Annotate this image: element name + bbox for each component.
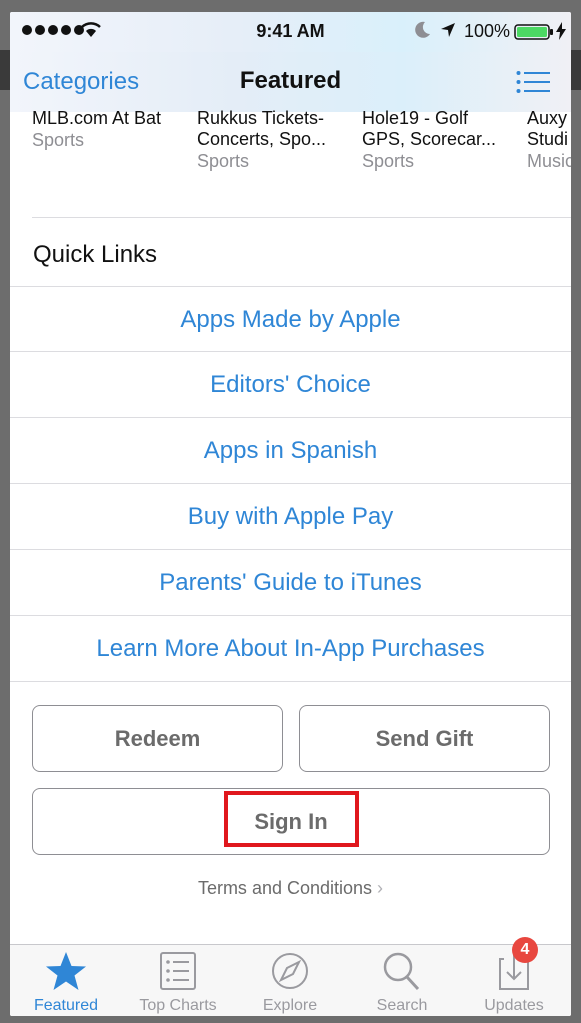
app-category: Sports [362, 151, 415, 171]
tab-featured[interactable]: Featured [10, 945, 122, 1016]
app-name: Rukkus Tickets- [197, 108, 325, 128]
star-icon [46, 952, 86, 990]
location-icon [441, 23, 455, 37]
tab-top-charts[interactable]: Top Charts [122, 945, 234, 1016]
battery-icon [514, 24, 553, 40]
divider [10, 483, 571, 484]
tab-label: Top Charts [139, 997, 217, 1014]
redeem-button[interactable]: Redeem [32, 705, 283, 772]
phone-screen: 9:41 AM 100% Categories Featured MLB.com… [10, 12, 571, 1016]
quick-links-title: Quick Links [33, 241, 158, 268]
battery-percent: 100% [464, 21, 511, 41]
tab-search[interactable]: Search [346, 945, 458, 1016]
tab-label: Featured [33, 997, 99, 1014]
app-name-line2: Concerts, Spo... [197, 129, 327, 149]
background-strip-right [571, 50, 581, 90]
app-category: Music [527, 151, 571, 171]
divider [10, 615, 571, 616]
app-name-line2: GPS, Scorecar... [362, 129, 497, 149]
tab-label: Search [376, 997, 428, 1014]
sign-in-highlight-box [224, 791, 359, 847]
terms-and-conditions-link[interactable]: Terms and Conditions › [10, 878, 571, 899]
tab-label: Updates [484, 997, 544, 1014]
app-name: MLB.com At Bat [32, 108, 162, 128]
chevron-right-icon: › [377, 878, 384, 898]
list-icon [160, 952, 196, 990]
app-item[interactable]: Rukkus Tickets- Concerts, Spo... Sports [197, 108, 352, 172]
compass-icon [272, 953, 308, 989]
quick-link-buy-with-apple-pay[interactable]: Buy with Apple Pay [10, 503, 571, 531]
quick-link-editors-choice[interactable]: Editors' Choice [10, 371, 571, 399]
app-item[interactable]: Auxy Studi Music [527, 108, 571, 172]
search-icon [383, 952, 420, 991]
app-category: Sports [197, 151, 250, 171]
divider [10, 681, 571, 682]
divider [10, 549, 571, 550]
quick-link-apps-made-by-apple[interactable]: Apps Made by Apple [10, 306, 571, 334]
divider [10, 351, 571, 352]
quick-link-apps-in-spanish[interactable]: Apps in Spanish [10, 437, 571, 465]
divider [10, 417, 571, 418]
app-name: Auxy [527, 108, 568, 128]
send-gift-button[interactable]: Send Gift [299, 705, 550, 772]
status-bar: 9:41 AM 100% [10, 12, 571, 52]
app-category: Sports [32, 130, 85, 150]
updates-badge: 4 [512, 937, 538, 963]
tab-explore[interactable]: Explore [234, 945, 346, 1016]
app-name-line2: Studi [527, 129, 569, 149]
quick-link-in-app-purchases[interactable]: Learn More About In-App Purchases [10, 635, 571, 663]
moon-icon [415, 21, 430, 38]
navigation-bar: Categories Featured [10, 52, 571, 112]
section-divider [32, 217, 571, 218]
menu-list-icon[interactable] [516, 70, 550, 94]
app-item[interactable]: Hole19 - Golf GPS, Scorecar... Sports [362, 108, 517, 172]
tab-bar: Featured Top Charts Explore Search Updat… [10, 944, 571, 1016]
featured-apps-row: MLB.com At Bat Sports Rukkus Tickets- Co… [10, 108, 571, 222]
quick-link-parents-guide[interactable]: Parents' Guide to iTunes [10, 569, 571, 597]
background-strip-left [0, 50, 10, 90]
divider [10, 286, 571, 287]
app-item[interactable]: MLB.com At Bat Sports [32, 108, 192, 151]
charging-icon [556, 22, 566, 40]
tab-label: Explore [262, 997, 318, 1014]
terms-label: Terms and Conditions [197, 878, 373, 898]
page-title: Featured [239, 67, 342, 94]
app-name: Hole19 - Golf [362, 108, 469, 128]
